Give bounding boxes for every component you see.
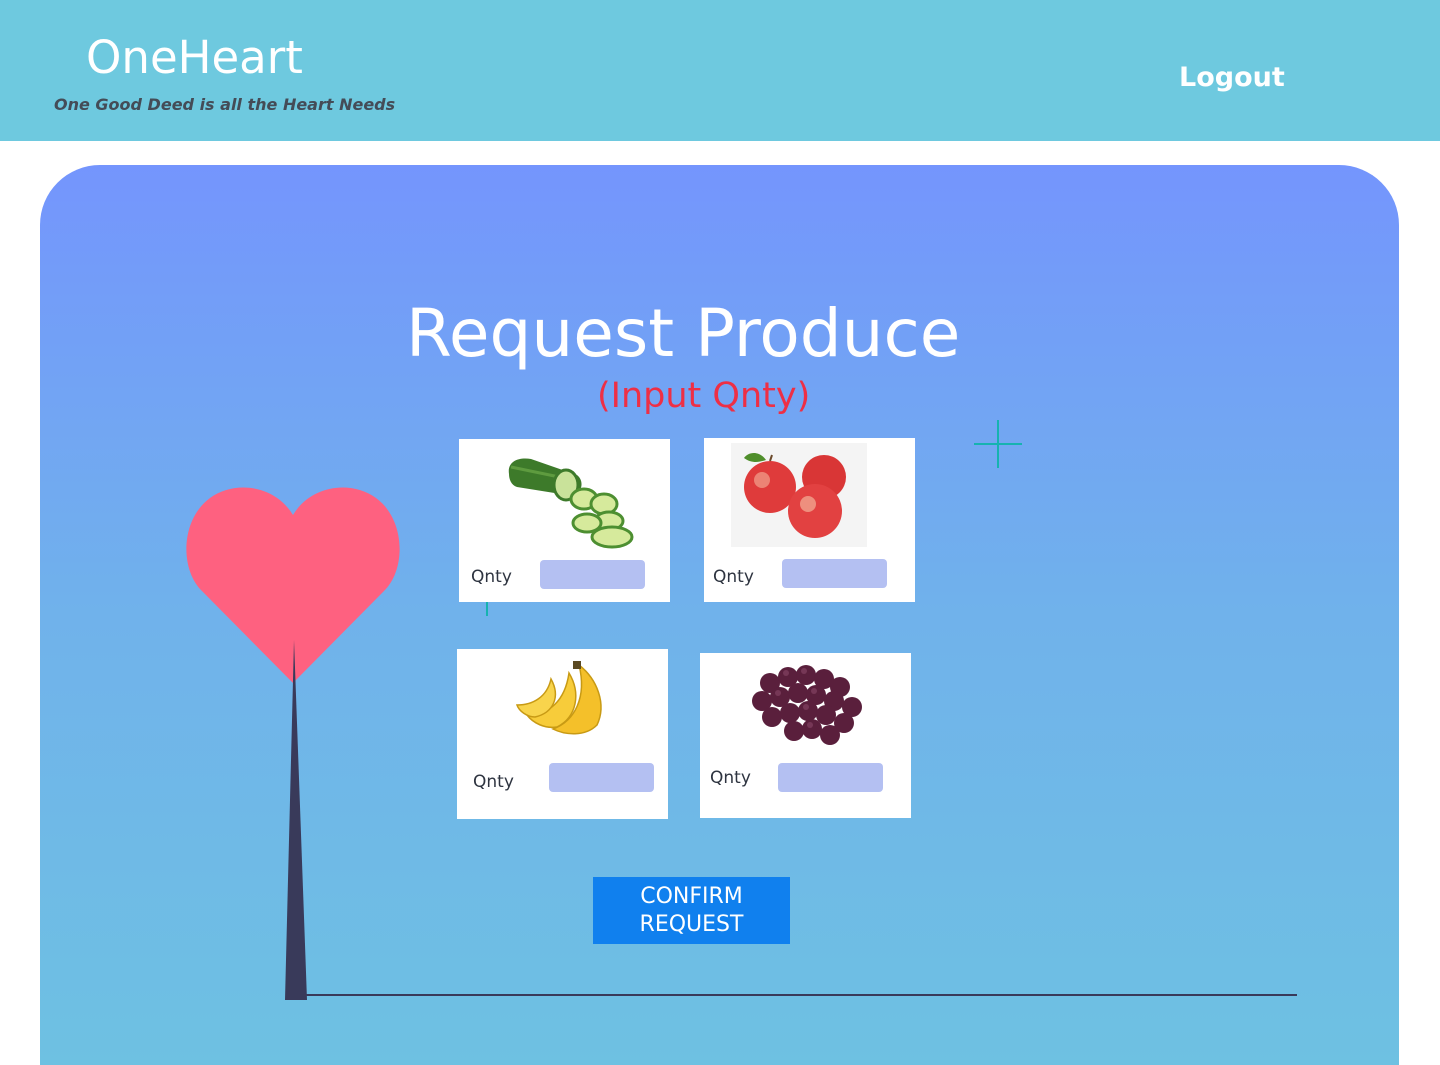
- brand-logo-title[interactable]: OneHeart: [86, 30, 303, 86]
- top-header: OneHeart One Good Deed is all the Heart …: [0, 0, 1440, 141]
- qty-input-apples[interactable]: [782, 559, 887, 588]
- qty-label: Qnty: [710, 768, 751, 788]
- heart-icon: [186, 487, 400, 683]
- confirm-request-button[interactable]: CONFIRM REQUEST: [593, 877, 790, 944]
- produce-card-grapes: Qnty: [700, 653, 911, 818]
- logout-link[interactable]: Logout: [1179, 62, 1285, 93]
- produce-card-apples: Qnty: [704, 438, 915, 602]
- produce-card-cucumber: Qnty: [459, 439, 670, 602]
- qty-input-cucumber[interactable]: [540, 560, 645, 589]
- qty-label: Qnty: [473, 772, 514, 792]
- page-subtitle: (Input Qnty): [597, 376, 811, 416]
- banana-icon: [515, 661, 602, 735]
- qty-label: Qnty: [471, 567, 512, 587]
- tick-mark-icon: [486, 600, 488, 616]
- page-title: Request Produce: [406, 295, 961, 372]
- cucumber-icon: [508, 458, 634, 549]
- plus-icon: [974, 420, 1022, 468]
- grapes-icon: [752, 665, 862, 745]
- qty-input-grapes[interactable]: [778, 763, 883, 792]
- brand-tagline: One Good Deed is all the Heart Needs: [54, 95, 396, 114]
- qty-input-bananas[interactable]: [549, 763, 654, 792]
- tree-stem: [285, 640, 307, 1000]
- produce-card-bananas: Qnty: [457, 649, 668, 819]
- qty-label: Qnty: [713, 567, 754, 587]
- apple-icon: [731, 443, 867, 547]
